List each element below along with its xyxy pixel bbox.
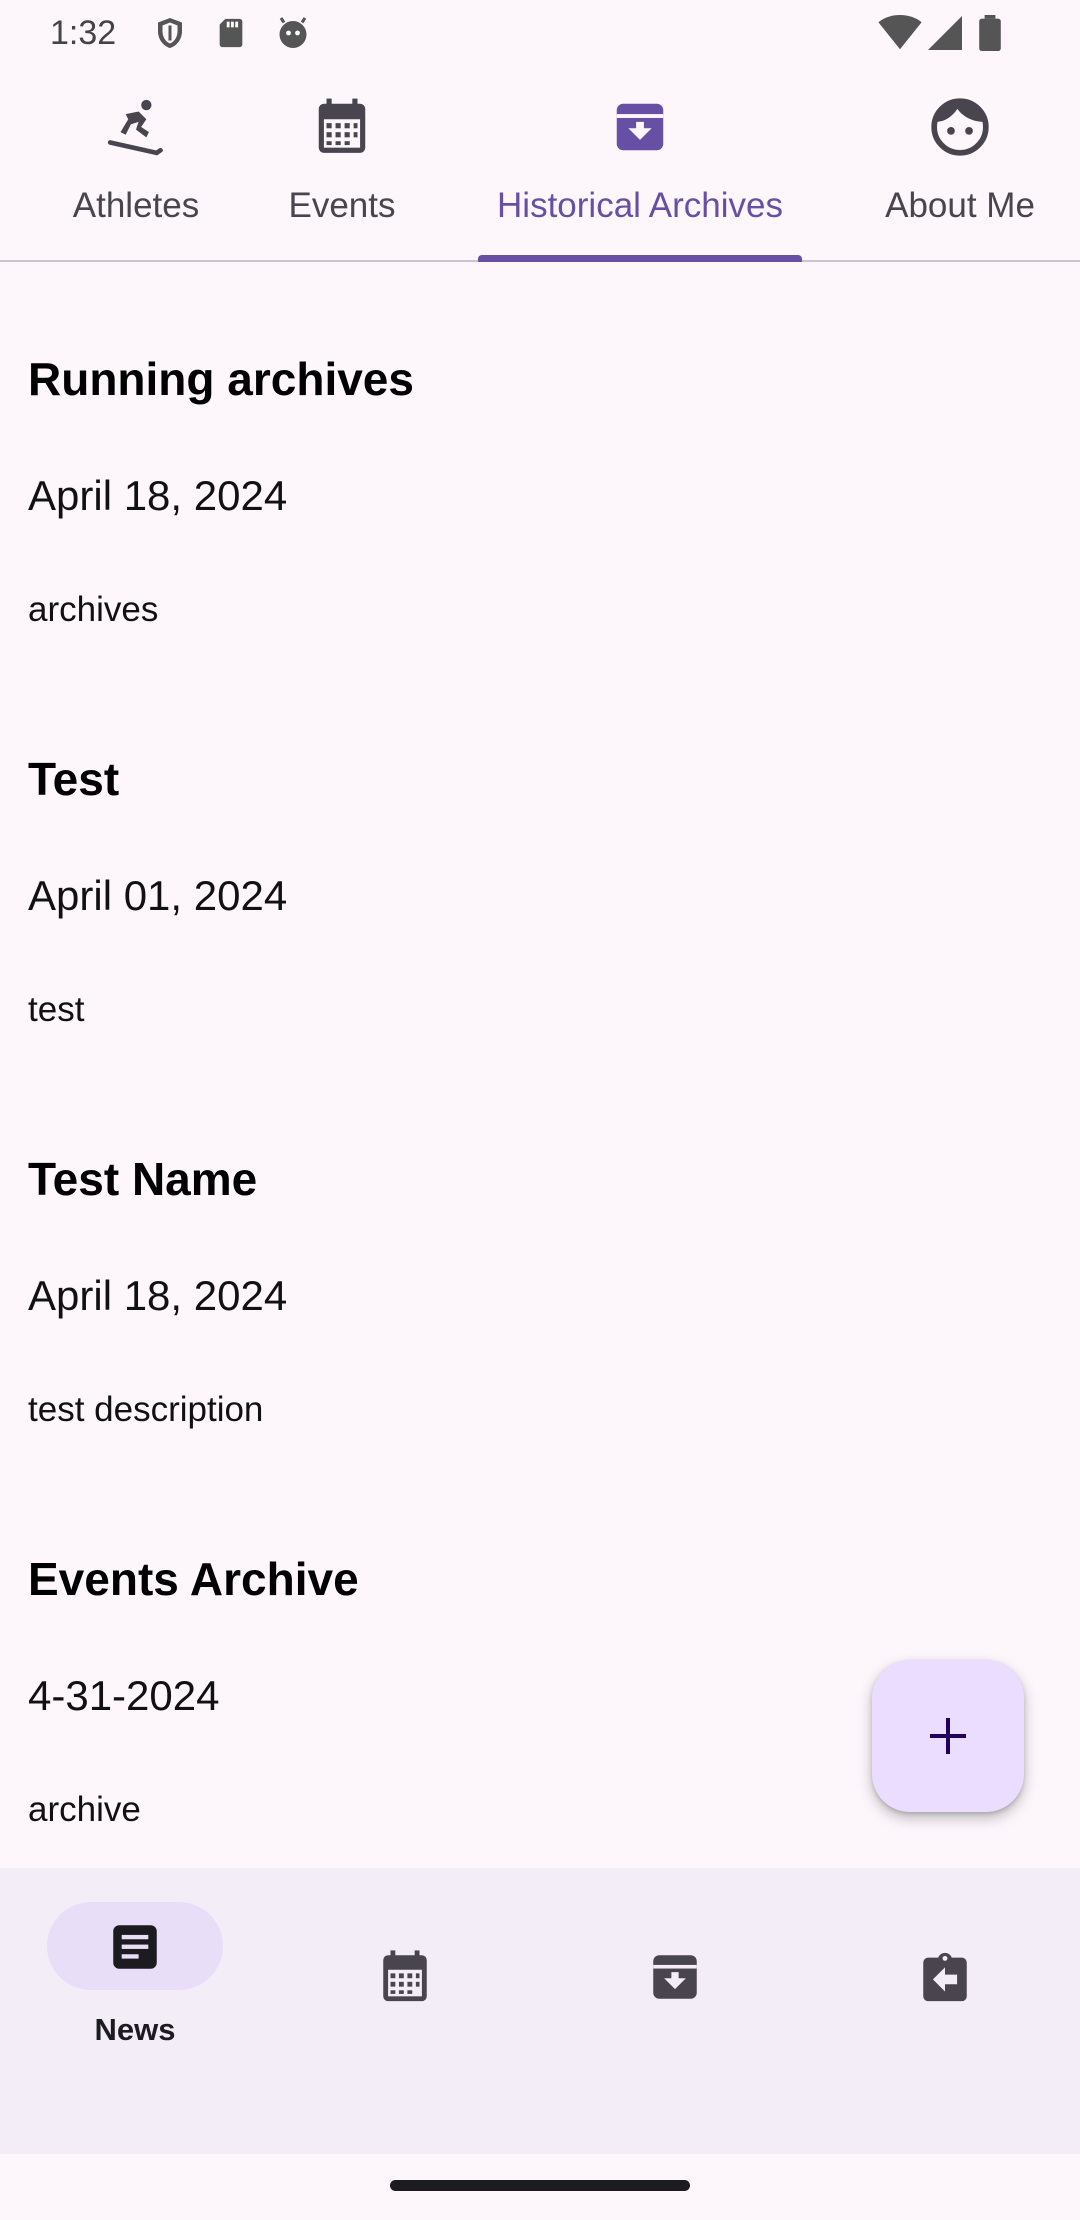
tab-label: Athletes — [72, 186, 200, 225]
archive-title: Test Name — [28, 1153, 258, 1205]
gesture-navigation-handle[interactable] — [390, 2180, 690, 2191]
plus-icon — [930, 1718, 966, 1754]
face-icon — [931, 98, 989, 156]
archive-date: 4-31-2024 — [28, 1672, 220, 1719]
top-tab-bar: Athletes Events Historical Archives Abou… — [0, 66, 1080, 262]
archive-icon — [616, 103, 664, 151]
active-tab-indicator — [478, 255, 802, 262]
archive-list[interactable]: Running archives April 18, 2024 archives… — [0, 262, 1080, 1862]
tab-about-me[interactable]: About Me — [860, 66, 1060, 262]
tab-athletes[interactable]: Athletes — [0, 66, 272, 262]
list-item[interactable]: Test Name April 18, 2024 test descriptio… — [0, 1062, 1080, 1462]
app-screen: 1:32 Athletes Events Historical Archives… — [0, 0, 1080, 2220]
tab-historical-archives[interactable]: Historical Archives — [456, 66, 824, 262]
list-item[interactable]: Test April 01, 2024 test — [0, 662, 1080, 1062]
status-bar: 1:32 — [0, 0, 1080, 66]
skiing-icon — [107, 99, 163, 156]
nav-item-events[interactable] — [270, 1868, 540, 2154]
add-archive-button[interactable] — [872, 1660, 1024, 1812]
archive-title: Events Archive — [28, 1553, 359, 1605]
list-item[interactable]: Running archives April 18, 2024 archives — [0, 262, 1080, 662]
archive-date: April 18, 2024 — [28, 1272, 288, 1319]
wifi-icon — [878, 15, 922, 50]
archive-description: archives — [28, 590, 159, 629]
sd-card-icon — [219, 18, 243, 48]
archive-title: Test — [28, 753, 120, 805]
tab-label: Historical Archives — [497, 186, 783, 225]
archive-icon — [653, 1955, 697, 1999]
archive-date: April 01, 2024 — [28, 872, 288, 919]
battery-icon — [979, 15, 1001, 51]
archive-description: test — [28, 990, 85, 1029]
nav-item-news[interactable]: News — [0, 1868, 270, 2154]
assignment-return-icon — [923, 1952, 967, 2002]
nav-item-logout[interactable] — [810, 1868, 1080, 2154]
calendar-icon — [383, 1950, 427, 2002]
tab-events[interactable]: Events — [272, 66, 412, 262]
nav-label: News — [94, 2012, 176, 2047]
bottom-navigation-bar: News — [0, 1868, 1080, 2154]
archive-description: archive — [28, 1790, 141, 1829]
archive-date: April 18, 2024 — [28, 472, 288, 519]
archive-title: Running archives — [28, 353, 414, 405]
android-debug-icon — [279, 17, 307, 48]
calendar-icon — [318, 98, 366, 153]
article-icon — [113, 1925, 157, 1969]
cellular-signal-icon — [928, 16, 962, 50]
nav-item-archives[interactable] — [540, 1868, 810, 2154]
tab-label: Events — [288, 186, 396, 225]
archive-description: test description — [28, 1390, 264, 1429]
status-time: 1:32 — [50, 14, 117, 52]
shield-icon — [158, 18, 182, 48]
tab-label: About Me — [885, 186, 1035, 225]
